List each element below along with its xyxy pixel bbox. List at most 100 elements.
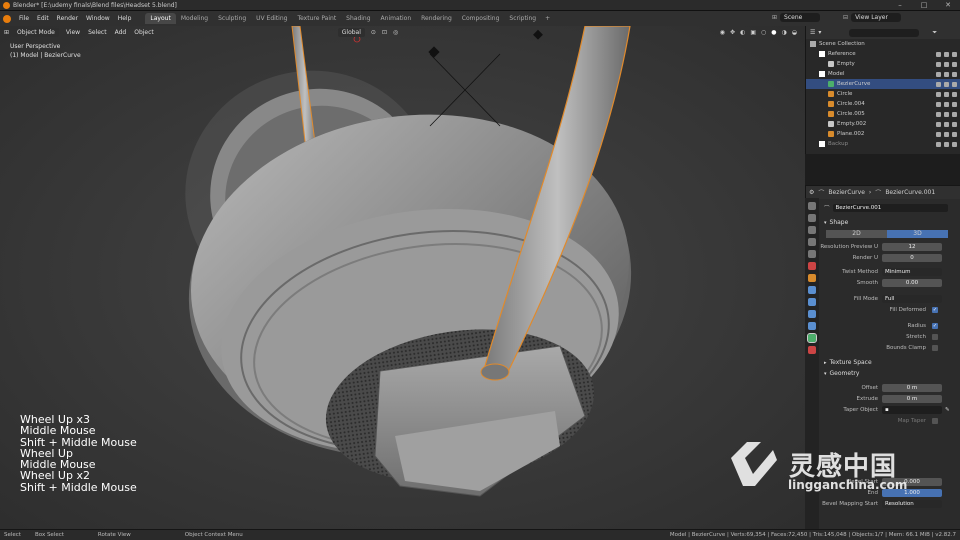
viewport-menu-select[interactable]: Select — [84, 29, 111, 36]
camera-icon[interactable] — [952, 81, 957, 87]
workspace-tab-texture-paint[interactable]: Texture Paint — [292, 13, 341, 24]
camera-icon[interactable] — [952, 61, 957, 67]
workspace-tab-compositing[interactable]: Compositing — [457, 13, 505, 24]
datablock-name-field[interactable]: BezierCurve.001 — [832, 203, 948, 212]
view-layer-selector[interactable]: View Layer — [851, 13, 902, 22]
outliner-item[interactable]: Plane.002 — [806, 129, 960, 139]
bounds-clamp-checkbox[interactable] — [932, 344, 938, 351]
eye-icon[interactable] — [944, 81, 949, 87]
eye-icon[interactable] — [944, 131, 949, 137]
material-tab-icon[interactable] — [808, 346, 816, 354]
minimize-button[interactable]: – — [888, 1, 912, 9]
material-shading-icon[interactable]: ◑ — [782, 29, 787, 36]
wireframe-shading-icon[interactable]: ○ — [761, 29, 766, 36]
radius-checkbox[interactable]: ✓ — [932, 322, 938, 329]
proportional-edit-icon[interactable]: ◎ — [393, 29, 398, 36]
overlay-icon[interactable]: ◐ — [740, 29, 745, 36]
curve-data-tab-icon[interactable] — [807, 333, 817, 343]
select-toggle-icon[interactable] — [936, 141, 941, 147]
select-toggle-icon[interactable] — [936, 81, 941, 87]
eye-icon[interactable] — [944, 141, 949, 147]
outliner-item[interactable]: Circle — [806, 89, 960, 99]
eye-icon[interactable] — [944, 51, 949, 57]
scene-selector[interactable]: Scene — [780, 13, 821, 22]
fill-deformed-checkbox[interactable]: ✓ — [932, 306, 938, 313]
outliner-item[interactable]: Model — [806, 69, 960, 79]
viewport-menu-add[interactable]: Add — [111, 29, 131, 36]
eye-icon[interactable] — [944, 111, 949, 117]
mode-2d-button[interactable]: 2D — [826, 230, 887, 238]
eye-icon[interactable] — [944, 91, 949, 97]
menu-help[interactable]: Help — [114, 15, 136, 22]
filter-icon[interactable]: ⏷ — [932, 29, 937, 37]
outliner-item[interactable]: BezierCurve — [806, 79, 960, 89]
viewport-menu-view[interactable]: View — [62, 29, 84, 36]
offset-field[interactable]: 0 m — [882, 383, 942, 392]
taper-object-field[interactable]: ▪ — [882, 405, 942, 414]
particles-tab-icon[interactable] — [808, 298, 816, 306]
outliner-item[interactable]: Empty.002 — [806, 119, 960, 129]
eye-icon[interactable] — [944, 61, 949, 67]
resolution-preview-field[interactable]: 12 — [882, 242, 942, 251]
workspace-tab-rendering[interactable]: Rendering — [416, 13, 457, 24]
outliner-item[interactable]: Backup — [806, 139, 960, 149]
solid-shading-icon[interactable]: ● — [771, 29, 776, 36]
display-mode-icon[interactable]: ▾ — [818, 29, 821, 36]
outliner-item[interactable]: Scene Collection — [806, 39, 960, 49]
bevel-mapping-start-dropdown[interactable]: Resolution — [882, 499, 942, 508]
camera-icon[interactable] — [952, 121, 957, 127]
outliner-item[interactable]: Empty — [806, 59, 960, 69]
snap-icon[interactable]: ⊡ — [382, 29, 387, 36]
properties-editor-icon[interactable]: ⚙ — [809, 189, 814, 196]
object-tab-icon[interactable] — [808, 274, 816, 282]
render-u-field[interactable]: 0 — [882, 253, 942, 262]
outliner-search-input[interactable] — [849, 28, 920, 37]
maximize-button[interactable]: □ — [912, 1, 936, 9]
editor-type-icon[interactable]: ⊞ — [4, 29, 9, 36]
rendered-shading-icon[interactable]: ◒ — [792, 29, 797, 36]
visibility-icon[interactable]: ◉ — [720, 29, 725, 36]
camera-icon[interactable] — [952, 141, 957, 147]
select-toggle-icon[interactable] — [936, 91, 941, 97]
select-toggle-icon[interactable] — [936, 71, 941, 77]
mode-3d-button[interactable]: 3D — [887, 230, 948, 238]
output-tab-icon[interactable] — [808, 226, 816, 234]
workspace-tab-sculpting[interactable]: Sculpting — [213, 13, 251, 24]
camera-icon[interactable] — [952, 91, 957, 97]
close-button[interactable]: ✕ — [936, 1, 960, 9]
menu-edit[interactable]: Edit — [33, 15, 53, 22]
gizmo-icon[interactable]: ✥ — [730, 29, 735, 36]
select-toggle-icon[interactable] — [936, 51, 941, 57]
menu-window[interactable]: Window — [82, 15, 114, 22]
add-workspace-icon[interactable]: + — [545, 15, 550, 22]
outliner-item[interactable]: Reference — [806, 49, 960, 59]
blender-menu-icon[interactable] — [3, 14, 11, 23]
camera-icon[interactable] — [952, 71, 957, 77]
outliner-item[interactable]: Circle.004 — [806, 99, 960, 109]
workspace-tab-uv-editing[interactable]: UV Editing — [251, 13, 292, 24]
viewport-menu-object[interactable]: Object — [130, 29, 158, 36]
eye-icon[interactable] — [944, 71, 949, 77]
texture-space-panel-header[interactable]: Texture Space — [820, 357, 960, 368]
xray-icon[interactable]: ▣ — [750, 29, 756, 36]
workspace-tab-shading[interactable]: Shading — [341, 13, 375, 24]
view-layer-tab-icon[interactable] — [808, 238, 816, 246]
eye-icon[interactable] — [944, 121, 949, 127]
workspace-tab-modeling[interactable]: Modeling — [176, 13, 213, 24]
workspace-tab-animation[interactable]: Animation — [376, 13, 417, 24]
physics-tab-icon[interactable] — [808, 310, 816, 318]
select-toggle-icon[interactable] — [936, 101, 941, 107]
workspace-tab-scripting[interactable]: Scripting — [504, 13, 541, 24]
camera-icon[interactable] — [952, 111, 957, 117]
render-tab-icon[interactable] — [808, 214, 816, 222]
transform-orientation-selector[interactable]: Global — [337, 27, 365, 37]
menu-file[interactable]: File — [15, 15, 33, 22]
twist-method-dropdown[interactable]: Minimum — [882, 267, 942, 276]
shape-panel-header[interactable]: Shape — [820, 217, 960, 228]
outliner-item[interactable]: Circle.005 — [806, 109, 960, 119]
outliner-editor-icon[interactable]: ☰ — [810, 29, 815, 36]
tool-tab-icon[interactable] — [808, 202, 816, 210]
camera-icon[interactable] — [952, 101, 957, 107]
select-toggle-icon[interactable] — [936, 61, 941, 67]
constraints-tab-icon[interactable] — [808, 322, 816, 330]
